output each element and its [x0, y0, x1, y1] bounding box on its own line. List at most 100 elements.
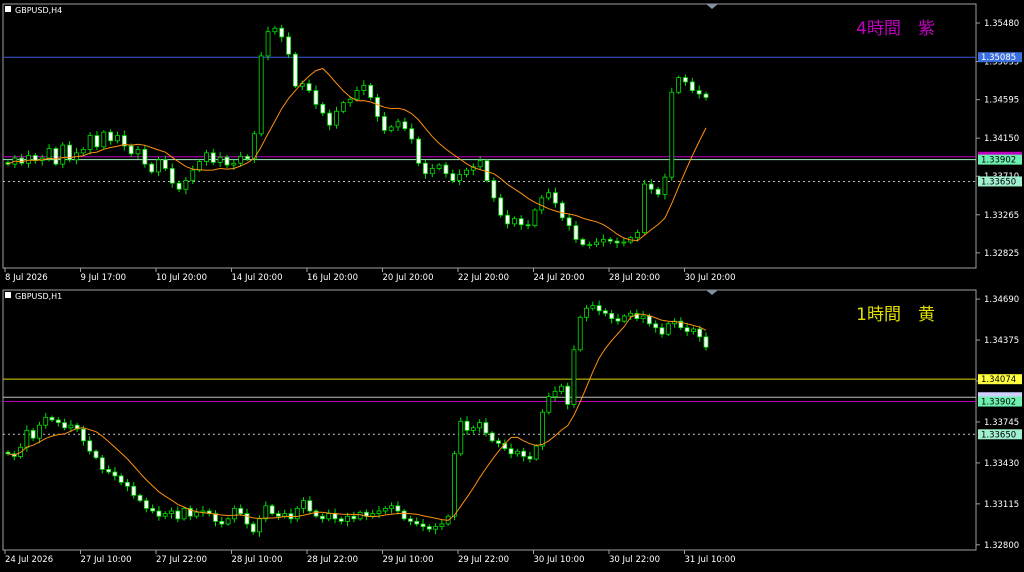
price-label: 1.33902 [981, 156, 1016, 166]
candle-body [452, 453, 457, 517]
x-tick-label: 10 Jul 20:00 [156, 273, 207, 283]
candle-body [194, 511, 200, 517]
candle-body [320, 515, 325, 520]
candle-body [217, 156, 223, 163]
candle-body [401, 510, 407, 520]
y-tick-label: 1.34595 [984, 96, 1019, 106]
candle-body [655, 188, 661, 195]
candle-body [552, 391, 558, 398]
candle-body [388, 126, 394, 131]
x-tick-label: 14 Jul 20:00 [232, 273, 283, 283]
candle-body [375, 97, 380, 117]
candle-body [128, 145, 134, 155]
candle-body [703, 336, 709, 348]
y-tick-label: 1.32800 [984, 541, 1019, 551]
candle-body [429, 168, 435, 175]
y-tick-label: 1.34375 [984, 336, 1019, 346]
candle-body [275, 513, 281, 517]
candle-body [596, 305, 602, 312]
candle-body [621, 315, 627, 322]
candle-body [301, 500, 306, 509]
candle-body [162, 513, 168, 517]
candle-body [508, 448, 514, 455]
candle-body [553, 192, 558, 204]
candle-body [245, 155, 250, 160]
plot-frame [2, 289, 977, 551]
candle-body [351, 515, 357, 520]
x-tick-label: 20 Jul 20:00 [383, 273, 434, 283]
x-tick-label: 24 Jul 20:00 [534, 273, 585, 283]
candle-body [258, 55, 264, 135]
candle-body [464, 420, 470, 431]
candle-body [450, 173, 456, 181]
candle-body [99, 457, 105, 470]
candle-body [420, 523, 426, 527]
candle-body [640, 315, 646, 319]
candle-body [635, 232, 640, 239]
candle-body [511, 218, 517, 225]
candle-body [628, 312, 633, 317]
candle-body [156, 159, 161, 173]
candle-body [669, 91, 675, 178]
candle-body [594, 241, 599, 246]
h1-chart-panel[interactable]: GBPUSD,H11時間 黄1.346901.343751.340601.337… [0, 286, 1024, 568]
candle-body [361, 84, 367, 91]
candle-body [489, 432, 495, 442]
candle-body [477, 422, 483, 429]
candle-body [313, 510, 319, 517]
candle-body [181, 507, 187, 520]
h1-candlestick-chart[interactable]: GBPUSD,H11時間 黄1.346901.343751.340601.337… [0, 286, 1024, 568]
candle-body [93, 450, 99, 459]
price-label: 1.33650 [981, 177, 1016, 187]
x-tick-label: 31 Jul 10:00 [685, 555, 736, 565]
candle-body [546, 396, 552, 413]
candle-body [106, 468, 112, 473]
candle-body [265, 31, 271, 57]
candle-body [183, 180, 189, 190]
candle-body [443, 164, 449, 175]
candle-body [94, 135, 100, 148]
candle-body [600, 239, 606, 243]
candle-body [389, 505, 394, 509]
candle-body [395, 505, 401, 512]
symbol-marker-icon [5, 292, 11, 298]
candle-body [219, 520, 225, 525]
price-label: 1.34074 [981, 375, 1016, 385]
candle-body [426, 526, 432, 530]
candle-body [156, 510, 162, 517]
x-tick-label: 27 Jul 10:00 [81, 555, 132, 565]
candle-body [457, 174, 463, 181]
candle-body [101, 131, 107, 148]
candle-body [571, 349, 577, 405]
candle-body [320, 104, 326, 114]
candle-body [527, 455, 533, 460]
y-tick-label: 1.33265 [984, 211, 1019, 221]
candle-body [231, 507, 237, 520]
h4-chart-panel[interactable]: GBPUSD,H4 4時間 紫 1.35480 1.35035 1.34595 1.341… [0, 0, 1024, 286]
candle-body [62, 422, 67, 429]
candle-body [5, 451, 11, 455]
candle-body [566, 217, 572, 226]
candle-body [615, 318, 621, 322]
candle-body [409, 128, 415, 140]
candle-body [470, 427, 476, 431]
candle-body [647, 315, 652, 325]
candle-body [135, 149, 141, 155]
y-tick-label: 1.32825 [984, 249, 1019, 259]
candle-body [37, 424, 42, 439]
x-tick-label: 28 Jul 22:00 [307, 555, 358, 565]
candle-body [118, 475, 124, 483]
candle-body [458, 420, 464, 455]
candle-body [24, 429, 30, 448]
candle-body [368, 84, 374, 98]
candle-body [175, 510, 181, 520]
candle-body [282, 513, 288, 517]
candle-body [244, 513, 250, 525]
candle-body [587, 244, 593, 247]
candle-body [684, 327, 690, 333]
candle-body [327, 112, 333, 126]
candle-body [224, 156, 230, 166]
x-tick-label: 9 Jul 17:00 [81, 273, 127, 283]
x-tick-label: 30 Jul 10:00 [534, 555, 585, 565]
h4-candlestick-chart[interactable]: GBPUSD,H44時間 紫 1.354801.350351.345951.341… [0, 0, 1024, 286]
